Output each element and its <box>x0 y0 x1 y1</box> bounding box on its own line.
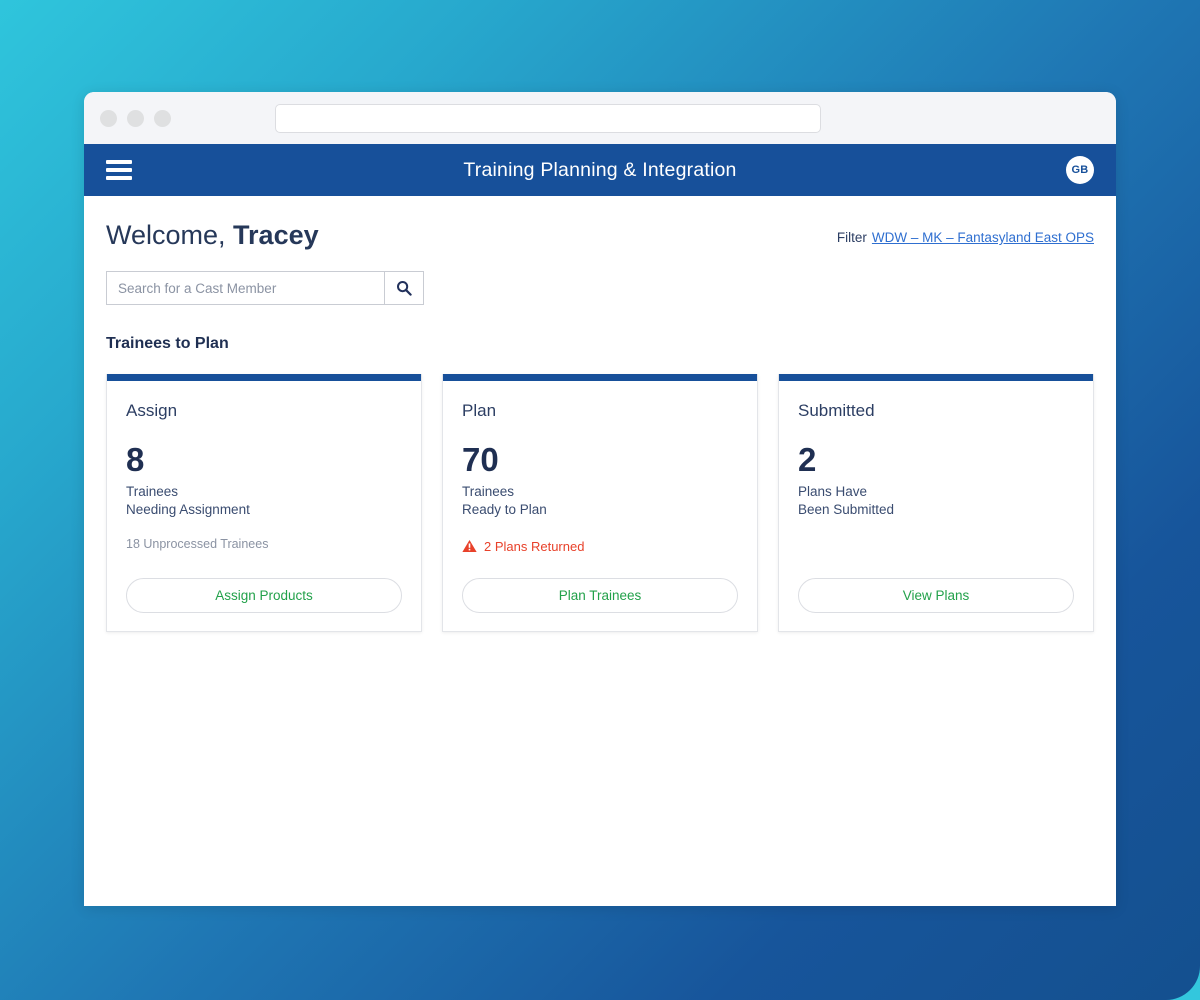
card-heading: Assign <box>126 401 178 420</box>
card-caption-line-1: Trainees <box>126 484 179 499</box>
card-count: 2 <box>798 441 817 478</box>
card-alert-placeholder <box>798 537 1074 555</box>
hamburger-menu-icon[interactable] <box>106 160 132 180</box>
card-body: Assign 8 Trainees Needing Assignment 18 … <box>107 381 421 631</box>
hamburger-bar-3 <box>106 176 132 180</box>
app-header: Training Planning & Integration GB <box>84 144 1116 196</box>
page-backdrop: Training Planning & Integration GB Welco… <box>0 0 1200 1000</box>
browser-window: Training Planning & Integration GB Welco… <box>84 92 1116 906</box>
app-title: Training Planning & Integration <box>463 158 737 181</box>
greeting-prefix: Welcome, <box>106 220 234 250</box>
card-assign: Assign 8 Trainees Needing Assignment 18 … <box>106 374 422 632</box>
card-alert-text: 2 Plans Returned <box>484 538 585 554</box>
assign-products-button[interactable]: Assign Products <box>126 578 402 613</box>
search-button[interactable] <box>384 271 424 305</box>
greeting-name: Tracey <box>233 220 319 250</box>
card-plan: Plan 70 Trainees Ready to Plan 2 Plans R… <box>442 374 758 632</box>
plan-trainees-button[interactable]: Plan Trainees <box>462 578 738 613</box>
warning-triangle-icon <box>462 540 477 553</box>
card-caption-line-1: Trainees <box>462 484 515 499</box>
browser-chrome <box>84 92 1116 144</box>
card-count: 8 <box>126 441 145 478</box>
welcome-row: Welcome, Tracey Filter WDW – MK – Fantasy… <box>106 222 1094 249</box>
card-alert: 2 Plans Returned <box>462 537 738 555</box>
cards-row: Assign 8 Trainees Needing Assignment 18 … <box>106 374 1094 632</box>
search-input[interactable] <box>106 271 384 305</box>
card-accent-bar <box>443 374 757 381</box>
search-icon <box>397 281 412 296</box>
card-submitted: Submitted 2 Plans Have Been Submitted Vi… <box>778 374 1094 632</box>
card-accent-bar <box>779 374 1093 381</box>
traffic-light-group <box>100 109 171 127</box>
view-plans-button[interactable]: View Plans <box>798 578 1074 613</box>
hamburger-bar-1 <box>106 160 132 164</box>
minimize-window-button[interactable] <box>127 109 144 127</box>
app-content: Welcome, Tracey Filter WDW – MK – Fantasy… <box>84 196 1116 906</box>
card-caption-line-2: Been Submitted <box>798 502 895 518</box>
section-title: Trainees to Plan <box>106 335 229 352</box>
url-bar-input[interactable] <box>275 103 821 133</box>
card-caption-line-2: Needing Assignment <box>126 502 250 518</box>
card-caption-line-1: Plans Have <box>798 484 868 499</box>
card-note: 18 Unprocessed Trainees <box>126 537 269 552</box>
filter-value-link[interactable]: WDW – MK – Fantasyland East OPS <box>872 230 1094 245</box>
card-caption: Trainees Ready to Plan <box>462 483 738 519</box>
card-count: 70 <box>462 441 499 478</box>
card-accent-bar <box>107 374 421 381</box>
card-heading: Submitted <box>798 401 875 420</box>
filter-row: Filter WDW – MK – Fantasyland East OPS <box>837 230 1094 249</box>
card-heading: Plan <box>462 401 497 420</box>
hamburger-bar-2 <box>106 168 132 172</box>
card-body: Plan 70 Trainees Ready to Plan 2 Plans R… <box>443 381 757 631</box>
card-body: Submitted 2 Plans Have Been Submitted Vi… <box>779 381 1093 631</box>
page-title: Welcome, Tracey <box>106 222 319 249</box>
card-caption: Plans Have Been Submitted <box>798 483 1074 519</box>
close-window-button[interactable] <box>100 109 117 127</box>
search-row <box>106 271 1094 305</box>
avatar[interactable]: GB <box>1066 156 1094 184</box>
maximize-window-button[interactable] <box>154 109 171 127</box>
card-caption: Trainees Needing Assignment <box>126 483 402 519</box>
card-caption-line-2: Ready to Plan <box>462 502 547 518</box>
filter-label: Filter <box>836 230 867 245</box>
